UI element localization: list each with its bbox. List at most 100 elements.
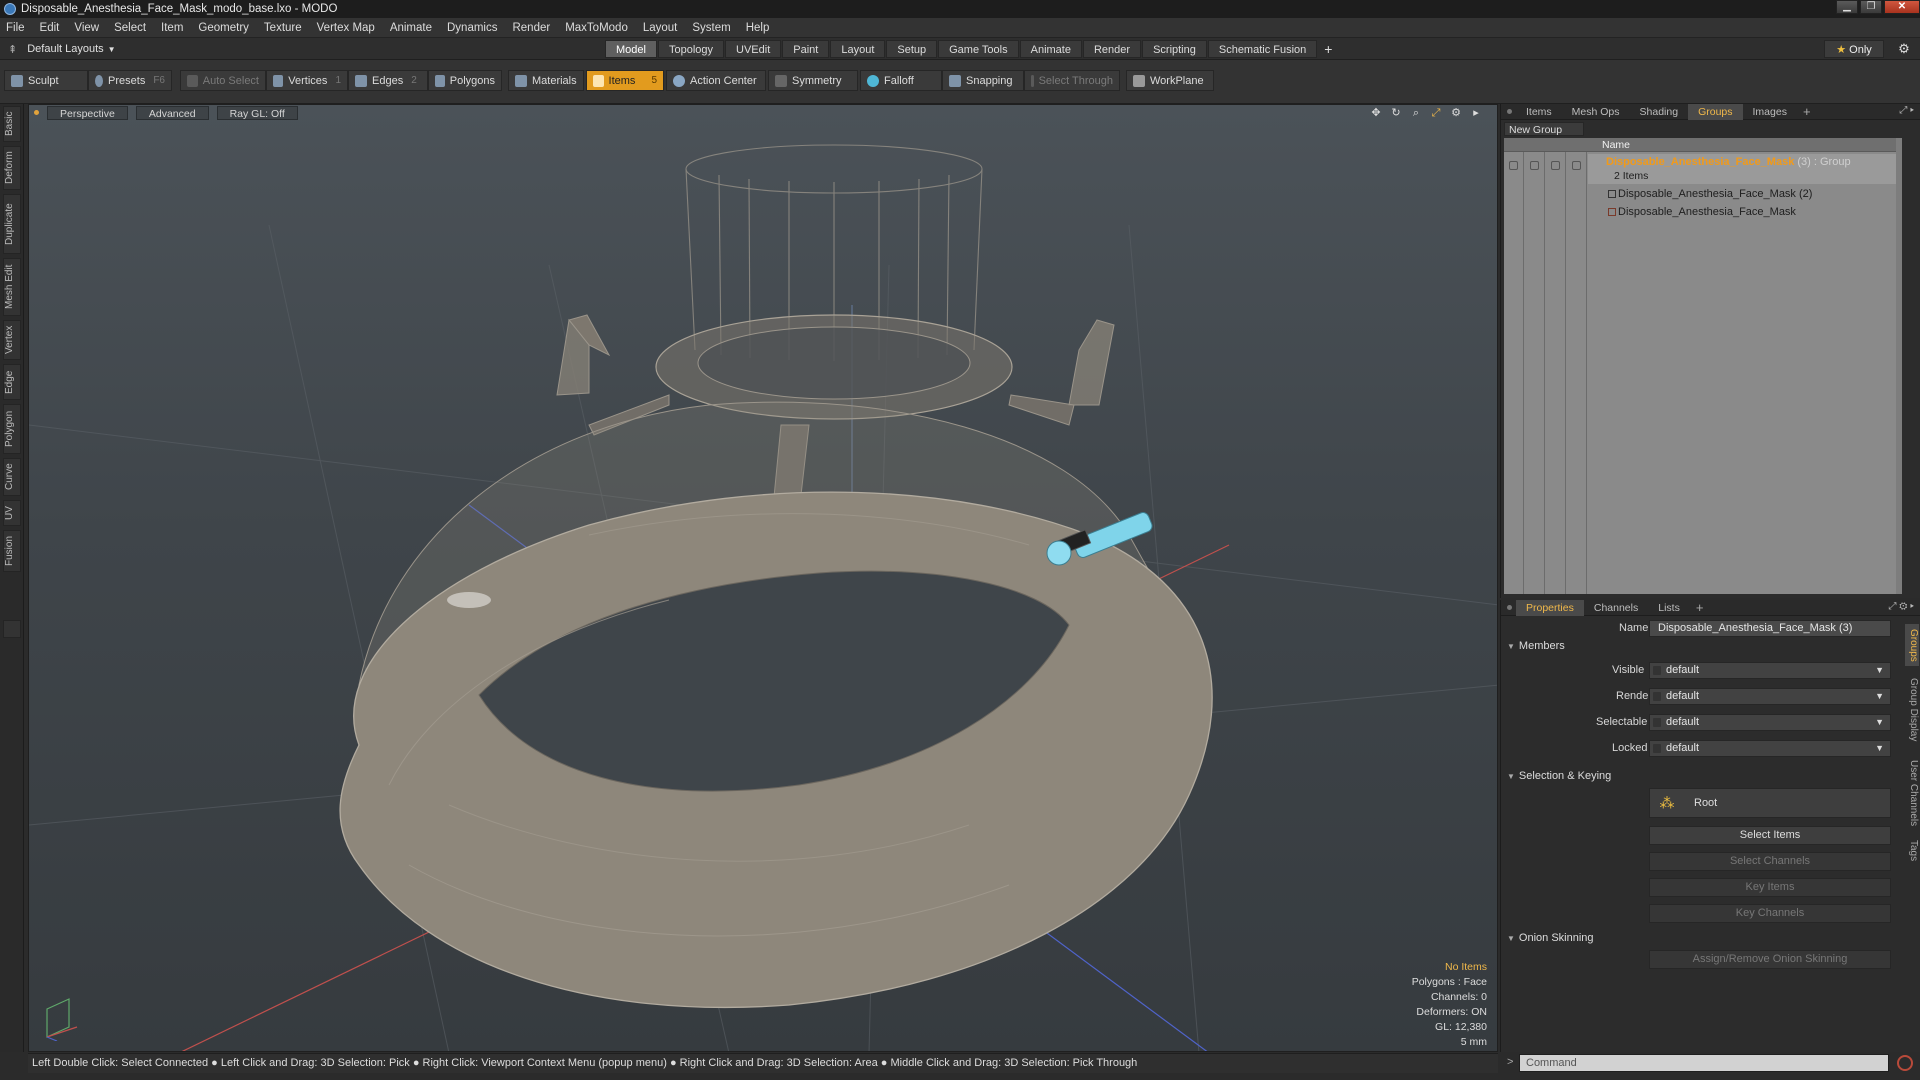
command-input[interactable]: Command — [1519, 1054, 1889, 1072]
tab-images[interactable]: Images — [1743, 104, 1797, 120]
viewport-settings-icon[interactable]: ⚙ — [1449, 106, 1463, 120]
advanced-shading-button[interactable]: Advanced — [135, 106, 209, 120]
workplane-button[interactable]: WorkPlane — [1126, 70, 1214, 91]
panel-menu-dot[interactable] — [1507, 605, 1512, 610]
left-tab-polygon[interactable]: Polygon — [3, 404, 21, 454]
materials-button[interactable]: Materials — [508, 70, 584, 91]
layout-selector[interactable]: ⇞ Default Layouts ▼ — [8, 41, 116, 57]
menu-view[interactable]: View — [74, 22, 99, 34]
name-column-header[interactable]: Name — [1602, 139, 1630, 151]
polygons-button[interactable]: Polygons — [428, 70, 502, 91]
side-tab-tags[interactable]: Tags — [1905, 836, 1919, 866]
sculpt-button[interactable]: Sculpt — [4, 70, 88, 91]
tab-lists[interactable]: Lists — [1648, 600, 1690, 616]
left-tab-edge[interactable]: Edge — [3, 364, 21, 400]
add-panel-tab-button[interactable]: + — [1690, 600, 1710, 615]
groups-scrollbar[interactable] — [1896, 138, 1902, 594]
tab-uvedit[interactable]: UVEdit — [725, 40, 782, 58]
tab-properties[interactable]: Properties — [1516, 599, 1584, 616]
group-select-toggle[interactable] — [1572, 161, 1581, 170]
add-tab-button[interactable]: + — [1318, 40, 1338, 58]
menu-vertex-map[interactable]: Vertex Map — [317, 22, 375, 34]
members-section[interactable]: ▼ Members — [1507, 640, 1565, 652]
close-icon[interactable]: ✕ — [1884, 0, 1920, 14]
menu-render[interactable]: Render — [512, 22, 550, 34]
select-items-button[interactable]: Select Items — [1649, 826, 1891, 845]
selectable-dropdown[interactable]: default ▼ — [1649, 714, 1891, 731]
tab-game-tools[interactable]: Game Tools — [938, 40, 1019, 58]
menu-layout[interactable]: Layout — [643, 22, 678, 34]
tab-render[interactable]: Render — [1082, 40, 1142, 58]
snapping-button[interactable]: Snapping — [942, 70, 1024, 91]
menu-system[interactable]: System — [692, 22, 730, 34]
presets-button[interactable]: Presets F6 — [88, 70, 172, 91]
onion-skinning-button[interactable]: Assign/Remove Onion Skinning — [1649, 950, 1891, 969]
menu-select[interactable]: Select — [114, 22, 146, 34]
menu-maxtomodo[interactable]: MaxToModo — [565, 22, 628, 34]
rotate-view-icon[interactable]: ↻ — [1389, 106, 1403, 120]
left-tab-curve[interactable]: Curve — [3, 458, 21, 496]
menu-texture[interactable]: Texture — [264, 22, 302, 34]
add-panel-tab-button[interactable]: + — [1797, 104, 1817, 119]
locked-dropdown[interactable]: default ▼ — [1649, 740, 1891, 757]
record-icon[interactable] — [1897, 1055, 1913, 1071]
menu-animate[interactable]: Animate — [390, 22, 432, 34]
3d-viewport[interactable]: Perspective Advanced Ray GL: Off ✥ ↻ ⌕ ⤢… — [28, 104, 1498, 1052]
menu-help[interactable]: Help — [746, 22, 770, 34]
left-tab-vertex[interactable]: Vertex — [3, 320, 21, 360]
list-item[interactable]: Disposable_Anesthesia_Face_Mask (2) — [1588, 186, 1902, 202]
left-tab-deform[interactable]: Deform — [3, 146, 21, 190]
tab-model[interactable]: Model — [605, 40, 657, 58]
move-view-icon[interactable]: ✥ — [1369, 106, 1383, 120]
symmetry-button[interactable]: Symmetry — [768, 70, 858, 91]
left-tab-uv[interactable]: UV — [3, 500, 21, 526]
auto-select-button[interactable]: Auto Select — [180, 70, 266, 91]
tab-mesh-ops[interactable]: Mesh Ops — [1562, 104, 1630, 120]
menu-edit[interactable]: Edit — [40, 22, 60, 34]
tab-groups[interactable]: Groups — [1688, 103, 1743, 120]
onion-skinning-section[interactable]: ▼ Onion Skinning — [1507, 932, 1594, 944]
panel-expand-icon[interactable]: ⤢ ⚙ ▸ — [1888, 601, 1914, 612]
falloff-button[interactable]: Falloff — [860, 70, 942, 91]
minimize-icon[interactable]: ▁ — [1836, 0, 1858, 14]
side-tab-groups[interactable]: Groups — [1905, 624, 1919, 666]
tab-shading[interactable]: Shading — [1630, 104, 1689, 120]
select-through-button[interactable]: Select Through — [1024, 70, 1120, 91]
group-row[interactable]: Disposable_Anesthesia_Face_Mask (3) : Gr… — [1588, 154, 1902, 184]
new-group-button[interactable]: New Group — [1504, 122, 1584, 136]
tab-channels[interactable]: Channels — [1584, 600, 1648, 616]
zoom-view-icon[interactable]: ⌕ — [1409, 106, 1423, 120]
left-tab-duplicate[interactable]: Duplicate — [3, 194, 21, 254]
visible-dropdown[interactable]: default ▼ — [1649, 662, 1891, 679]
tab-scripting[interactable]: Scripting — [1142, 40, 1207, 58]
viewport-expand-icon[interactable]: ▸ — [1469, 106, 1483, 120]
action-center-button[interactable]: Action Center — [666, 70, 766, 91]
viewport-menu-dot[interactable] — [34, 110, 39, 115]
menu-geometry[interactable]: Geometry — [198, 22, 249, 34]
group-render-toggle[interactable] — [1530, 161, 1539, 170]
tab-layout[interactable]: Layout — [830, 40, 886, 58]
panel-menu-dot[interactable] — [1507, 109, 1512, 114]
menu-dynamics[interactable]: Dynamics — [447, 22, 497, 34]
list-item[interactable]: Disposable_Anesthesia_Face_Mask — [1588, 204, 1902, 220]
left-tab-mesh-edit[interactable]: Mesh Edit — [3, 258, 21, 316]
tab-schematic-fusion[interactable]: Schematic Fusion — [1207, 40, 1318, 58]
side-tab-group-display[interactable]: Group Display — [1905, 670, 1919, 750]
left-tab-extra[interactable] — [3, 620, 21, 638]
left-tab-basic[interactable]: Basic — [3, 106, 21, 142]
tab-paint[interactable]: Paint — [782, 40, 830, 58]
tab-setup[interactable]: Setup — [886, 40, 938, 58]
tab-topology[interactable]: Topology — [657, 40, 725, 58]
left-tab-fusion[interactable]: Fusion — [3, 530, 21, 572]
edges-button[interactable]: Edges 2 — [348, 70, 428, 91]
gear-icon[interactable]: ⚙ — [1896, 41, 1912, 57]
side-tab-user-channels[interactable]: User Channels — [1905, 754, 1919, 832]
menu-file[interactable]: File — [6, 22, 25, 34]
vertices-button[interactable]: Vertices 1 — [266, 70, 348, 91]
selection-keying-section[interactable]: ▼ Selection & Keying — [1507, 770, 1611, 782]
group-lock-toggle[interactable] — [1551, 161, 1560, 170]
select-channels-button[interactable]: Select Channels — [1649, 852, 1891, 871]
items-button[interactable]: Items 5 — [586, 70, 664, 91]
panel-expand-icon[interactable]: ⤢ ▸ — [1899, 105, 1914, 116]
render-dropdown[interactable]: default ▼ — [1649, 688, 1891, 705]
